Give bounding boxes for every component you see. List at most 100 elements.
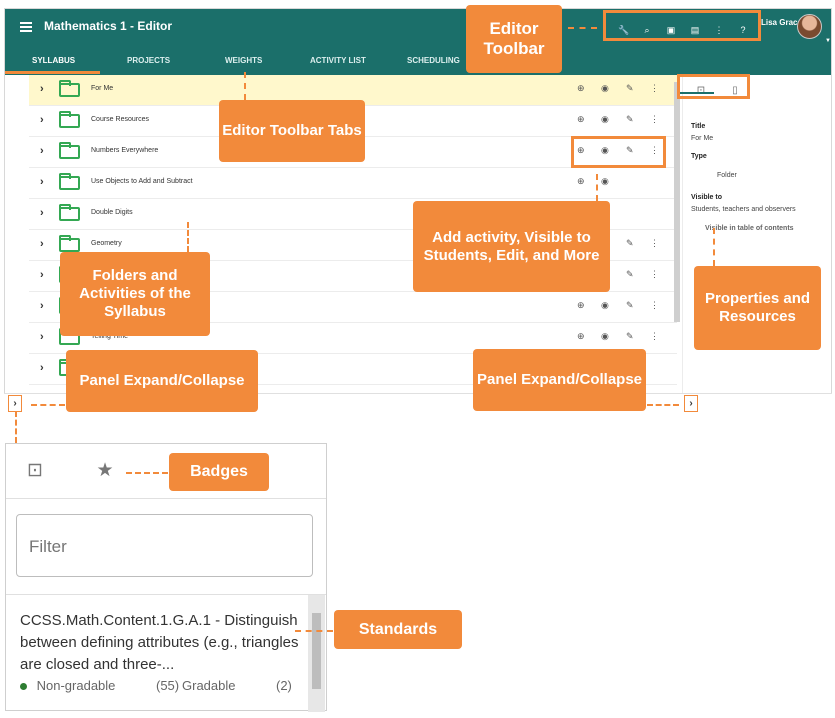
left-panel-toggle[interactable]: › (8, 395, 22, 412)
editor-tabs: SYLLABUS PROJECTS WEIGHTS ACTIVITY LIST … (5, 49, 831, 75)
more-icon[interactable]: ⋮ (650, 238, 659, 249)
callout-badges: Badges (169, 453, 269, 491)
eye-icon[interactable]: ◉ (601, 114, 609, 125)
chevron-right-icon[interactable]: › (40, 114, 44, 126)
list-item-label: Course Resources (91, 116, 149, 123)
tab-projects[interactable]: PROJECTS (127, 56, 170, 65)
folder-icon (59, 173, 80, 190)
chevron-right-icon[interactable]: › (40, 331, 44, 343)
tab-syllabus[interactable]: SYLLABUS (32, 56, 75, 65)
chevron-right-icon[interactable]: › (40, 176, 44, 188)
more-icon[interactable]: ⋮ (650, 269, 659, 280)
callout-connector (31, 404, 65, 406)
row-actions: ⊕ ◉ ✎ ⋮ (577, 331, 667, 345)
eye-icon[interactable]: ◉ (601, 300, 609, 311)
edit-icon[interactable]: ✎ (626, 238, 634, 249)
row-actions: ⊕ ◉ ✎ ⋮ (577, 114, 667, 128)
user-name: Lisa Grace (761, 18, 802, 27)
type-value: Folder (717, 172, 737, 179)
title-value: For Me (691, 135, 714, 142)
standard-description: CCSS.Math.Content.1.G.A.1 - Distinguish … (20, 612, 299, 673)
edit-icon[interactable]: ✎ (626, 331, 634, 342)
chevron-right-icon[interactable]: › (40, 238, 44, 250)
focus-icon[interactable]: ⊡ (22, 458, 48, 484)
toc-label: Visible in table of contents (705, 225, 794, 232)
chevron-right-icon[interactable]: › (40, 83, 44, 95)
scrollbar-thumb[interactable] (312, 613, 321, 689)
list-scrollbar[interactable] (674, 82, 680, 322)
more-icon[interactable]: ⋮ (650, 83, 659, 94)
callout-connector (126, 472, 168, 474)
row-actions: ⊕ ◉ (577, 176, 667, 190)
list-item[interactable]: › Use Objects to Add and Subtract ⊕ ◉ (29, 168, 677, 199)
tab-scheduling[interactable]: SCHEDULING (407, 56, 460, 65)
callout-connector (15, 411, 17, 443)
callout-add-activity: Add activity, Visible to Students, Edit,… (413, 201, 610, 292)
row-actions: ⊕ ◉ ✎ ⋮ (577, 83, 667, 97)
edit-icon[interactable]: ✎ (626, 83, 634, 94)
visible-label: Visible to (691, 194, 722, 201)
title-label: Title (691, 123, 706, 130)
callout-panel-right: Panel Expand/Collapse (473, 349, 646, 411)
star-badge-icon[interactable]: ★ (92, 458, 118, 484)
standard-meta: Non-gradable (55) Gradable (2) (20, 678, 300, 693)
toolbar-highlight (603, 10, 761, 41)
callout-connector (647, 404, 679, 406)
chevron-down-icon[interactable]: ▼ (825, 38, 831, 44)
list-item-label: Numbers Everywhere (91, 147, 159, 154)
callout-connector (244, 72, 246, 100)
active-tab-indicator (5, 71, 100, 74)
callout-panel-left: Panel Expand/Collapse (66, 350, 258, 412)
eye-icon[interactable]: ◉ (601, 176, 609, 187)
add-activity-icon[interactable]: ⊕ (577, 114, 585, 125)
more-icon[interactable]: ⋮ (650, 331, 659, 342)
properties-tabs-highlight (677, 74, 750, 99)
chevron-right-icon[interactable]: › (40, 300, 44, 312)
folder-icon (59, 235, 80, 252)
callout-folders-activities: Folders and Activities of the Syllabus (60, 252, 210, 336)
standards-panel: ⊡ ★ CCSS.Math.Content.1.G.A.1 - Distingu… (5, 443, 327, 712)
actions-highlight (571, 136, 666, 168)
more-icon[interactable]: ⋮ (650, 300, 659, 311)
callout-connector (596, 174, 598, 201)
list-item-label: Geometry (91, 240, 122, 247)
list-item-label: Use Objects to Add and Subtract (91, 178, 193, 185)
eye-icon[interactable]: ◉ (601, 83, 609, 94)
chevron-right-icon[interactable]: › (40, 362, 44, 374)
callout-connector (295, 630, 333, 632)
edit-icon[interactable]: ✎ (626, 114, 634, 125)
avatar[interactable] (797, 14, 822, 39)
add-activity-icon[interactable]: ⊕ (577, 83, 585, 94)
add-activity-icon[interactable]: ⊕ (577, 331, 585, 342)
chevron-right-icon[interactable]: › (40, 269, 44, 281)
visible-value: Students, teachers and observers (691, 206, 796, 213)
folder-icon (59, 80, 80, 97)
callout-editor-toolbar: Editor Toolbar (466, 5, 562, 73)
right-panel-toggle[interactable]: › (684, 395, 698, 412)
standards-scrollbar[interactable] (308, 595, 325, 712)
callout-editor-toolbar-tabs: Editor Toolbar Tabs (219, 100, 365, 162)
row-actions: ⊕ ◉ ✎ ⋮ (577, 300, 667, 314)
standards-divider (6, 594, 326, 595)
list-item-label: For Me (91, 85, 114, 92)
chevron-right-icon[interactable]: › (40, 207, 44, 219)
add-activity-icon[interactable]: ⊕ (577, 300, 585, 311)
list-item-label: Double Digits (91, 209, 133, 216)
edit-icon[interactable]: ✎ (626, 300, 634, 311)
tab-weights[interactable]: WEIGHTS (225, 56, 262, 65)
non-gradable-label: Non-gradable (36, 678, 116, 693)
eye-icon[interactable]: ◉ (601, 331, 609, 342)
folder-icon (59, 204, 80, 221)
tab-activity-list[interactable]: ACTIVITY LIST (310, 56, 366, 65)
chevron-right-icon[interactable]: › (40, 145, 44, 157)
add-activity-icon[interactable]: ⊕ (577, 176, 585, 187)
callout-properties-resources: Properties and Resources (694, 266, 821, 350)
edit-icon[interactable]: ✎ (626, 269, 634, 280)
filter-input[interactable] (29, 537, 289, 557)
more-icon[interactable]: ⋮ (650, 114, 659, 125)
gradable-count: (2) (276, 678, 292, 693)
menu-icon[interactable] (20, 22, 32, 32)
filter-field[interactable] (16, 514, 313, 577)
app-title: Mathematics 1 - Editor (44, 19, 173, 33)
callout-connector (187, 222, 189, 252)
